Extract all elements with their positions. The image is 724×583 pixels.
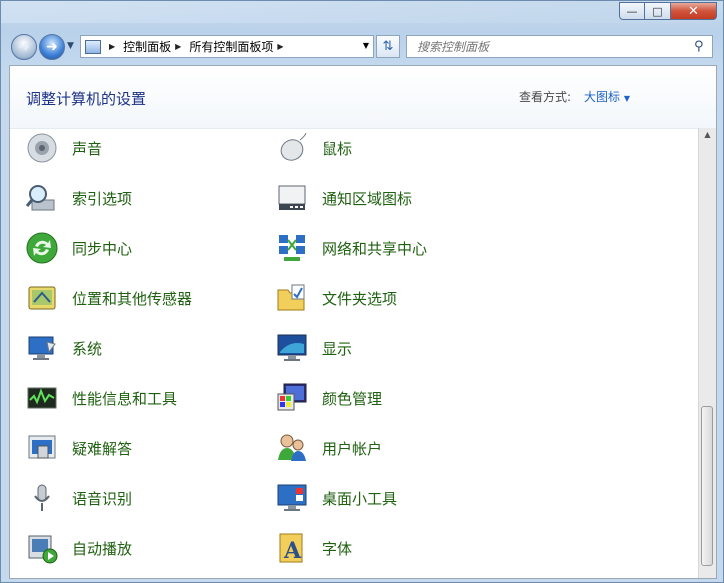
sync-icon xyxy=(26,232,58,264)
page-title: 调整计算机的设置 xyxy=(26,90,147,108)
item-label: 索引选项 xyxy=(72,189,133,208)
control-panel-icon xyxy=(85,39,101,54)
control-panel-item[interactable]: 疑难解答 xyxy=(10,428,132,468)
control-panel-item[interactable]: 文件夹选项 xyxy=(260,278,397,318)
item-label: 位置和其他传感器 xyxy=(72,289,193,308)
notification-area-icon xyxy=(276,182,308,214)
vertical-scrollbar[interactable]: ▲ xyxy=(698,128,716,578)
search-input[interactable] xyxy=(415,38,694,55)
control-panel-items: 声音索引选项同步中心位置和其他传感器 系统性能信息和工具 疑难解答语音识别自动播放 鼠… xyxy=(10,128,696,578)
control-panel-item[interactable]: 索引选项 xyxy=(10,178,132,218)
recent-pages-dropdown[interactable]: ▼ xyxy=(67,41,74,51)
system-monitor-icon xyxy=(26,332,58,364)
chevron-down-icon: ▼ xyxy=(67,41,74,51)
desktop-gadgets-icon xyxy=(276,482,308,514)
item-label: 自动播放 xyxy=(72,539,133,558)
scroll-up-icon[interactable]: ▲ xyxy=(699,130,716,139)
item-label: 字体 xyxy=(322,539,353,558)
back-arrow-icon: ➜ xyxy=(18,39,30,55)
item-label: 鼠标 xyxy=(322,139,353,158)
troubleshoot-icon xyxy=(26,432,58,464)
network-icon xyxy=(276,232,308,264)
breadcrumb-all-items[interactable]: 所有控制面板项 xyxy=(189,38,273,55)
navigation-bar: ➜ ➜ ▼ ▶ 控制面板 ▶ 所有控制面板项 ▶ ▼ ⇅ ⚲ xyxy=(9,32,715,62)
control-panel-item[interactable]: 自动播放 xyxy=(10,528,132,568)
control-panel-window: — □ ✕ ➜ ➜ ▼ ▶ 控制面板 ▶ 所有控制面板项 ▶ ▼ ⇅ ⚲ 调整计… xyxy=(0,0,724,583)
item-label: 网络和共享中心 xyxy=(322,239,428,258)
user-accounts-icon xyxy=(276,432,308,464)
color-management-icon xyxy=(276,382,308,414)
item-label: 疑难解答 xyxy=(72,439,133,458)
control-panel-item[interactable]: 网络和共享中心 xyxy=(260,228,427,268)
control-panel-item[interactable]: 同步中心 xyxy=(10,228,132,268)
forward-button[interactable]: ➜ xyxy=(39,34,65,60)
display-icon xyxy=(276,332,308,364)
folder-options-icon xyxy=(276,282,308,314)
control-panel-item[interactable]: A 字体 xyxy=(260,528,352,568)
item-label: 性能信息和工具 xyxy=(72,389,178,408)
control-panel-item[interactable]: 用户帐户 xyxy=(260,428,382,468)
control-panel-item[interactable]: 颜色管理 xyxy=(260,378,382,418)
performance-icon xyxy=(26,382,58,414)
control-panel-item[interactable]: 系统 xyxy=(10,328,102,368)
item-label: 通知区域图标 xyxy=(322,189,413,208)
scrollbar-thumb[interactable] xyxy=(701,406,713,566)
maximize-icon: □ xyxy=(652,4,663,18)
breadcrumb-control-panel[interactable]: 控制面板 xyxy=(123,38,171,55)
control-panel-item[interactable]: 位置和其他传感器 xyxy=(10,278,192,318)
view-by-label: 查看方式: xyxy=(519,90,572,104)
control-panel-item[interactable]: 鼠标 xyxy=(260,128,352,168)
search-icon[interactable]: ⚲ xyxy=(694,39,712,54)
refresh-icon: ⇅ xyxy=(382,39,394,54)
refresh-button[interactable]: ⇅ xyxy=(376,35,400,58)
speaker-icon xyxy=(26,132,58,164)
chevron-right-icon[interactable]: ▶ xyxy=(175,42,181,51)
view-by-value: 大图标 xyxy=(584,90,621,104)
item-label: 同步中心 xyxy=(72,239,133,258)
content-header: 调整计算机的设置 查看方式: 大图标 ▼ xyxy=(10,66,716,129)
item-label: 系统 xyxy=(72,339,103,358)
fonts-icon: A xyxy=(276,532,308,564)
item-label: 显示 xyxy=(322,339,353,358)
chevron-down-icon: ▼ xyxy=(623,94,630,103)
chevron-right-icon[interactable]: ▶ xyxy=(109,42,115,51)
autoplay-icon xyxy=(26,532,58,564)
item-label: 声音 xyxy=(72,139,103,158)
index-search-icon xyxy=(25,182,58,214)
control-panel-item[interactable]: 性能信息和工具 xyxy=(10,378,177,418)
close-button[interactable]: ✕ xyxy=(671,2,717,20)
close-icon: ✕ xyxy=(688,3,699,19)
control-panel-item[interactable]: 显示 xyxy=(260,328,352,368)
location-sensor-icon xyxy=(26,282,58,314)
microphone-icon xyxy=(26,482,58,514)
forward-arrow-icon: ➜ xyxy=(46,39,58,55)
minimize-button[interactable]: — xyxy=(619,2,645,20)
view-by-dropdown[interactable]: 大图标 ▼ xyxy=(584,88,630,105)
title-bar xyxy=(1,1,701,23)
control-panel-item[interactable]: 通知区域图标 xyxy=(260,178,412,218)
address-dropdown-icon[interactable]: ▼ xyxy=(363,41,369,50)
caption-buttons: — □ ✕ xyxy=(619,2,717,20)
item-label: 桌面小工具 xyxy=(322,489,398,508)
control-panel-item[interactable]: 桌面小工具 xyxy=(260,478,397,518)
maximize-button[interactable]: □ xyxy=(645,2,671,20)
item-label: 语音识别 xyxy=(72,489,133,508)
minimize-icon: — xyxy=(626,4,638,18)
control-panel-item[interactable]: 语音识别 xyxy=(10,478,132,518)
content-pane: 调整计算机的设置 查看方式: 大图标 ▼ 声音索引选项同步中心位置和其他传感器系… xyxy=(9,65,717,579)
svg-text:A: A xyxy=(283,538,302,564)
item-label: 文件夹选项 xyxy=(322,289,398,308)
back-button[interactable]: ➜ xyxy=(11,34,37,60)
address-bar[interactable]: ▶ 控制面板 ▶ 所有控制面板项 ▶ ▼ xyxy=(80,35,374,58)
item-label: 颜色管理 xyxy=(322,389,383,408)
mouse-icon xyxy=(276,132,308,164)
control-panel-item[interactable]: 声音 xyxy=(10,128,102,168)
search-box[interactable]: ⚲ xyxy=(406,35,713,58)
chevron-right-icon[interactable]: ▶ xyxy=(277,42,283,51)
item-label: 用户帐户 xyxy=(322,439,383,458)
